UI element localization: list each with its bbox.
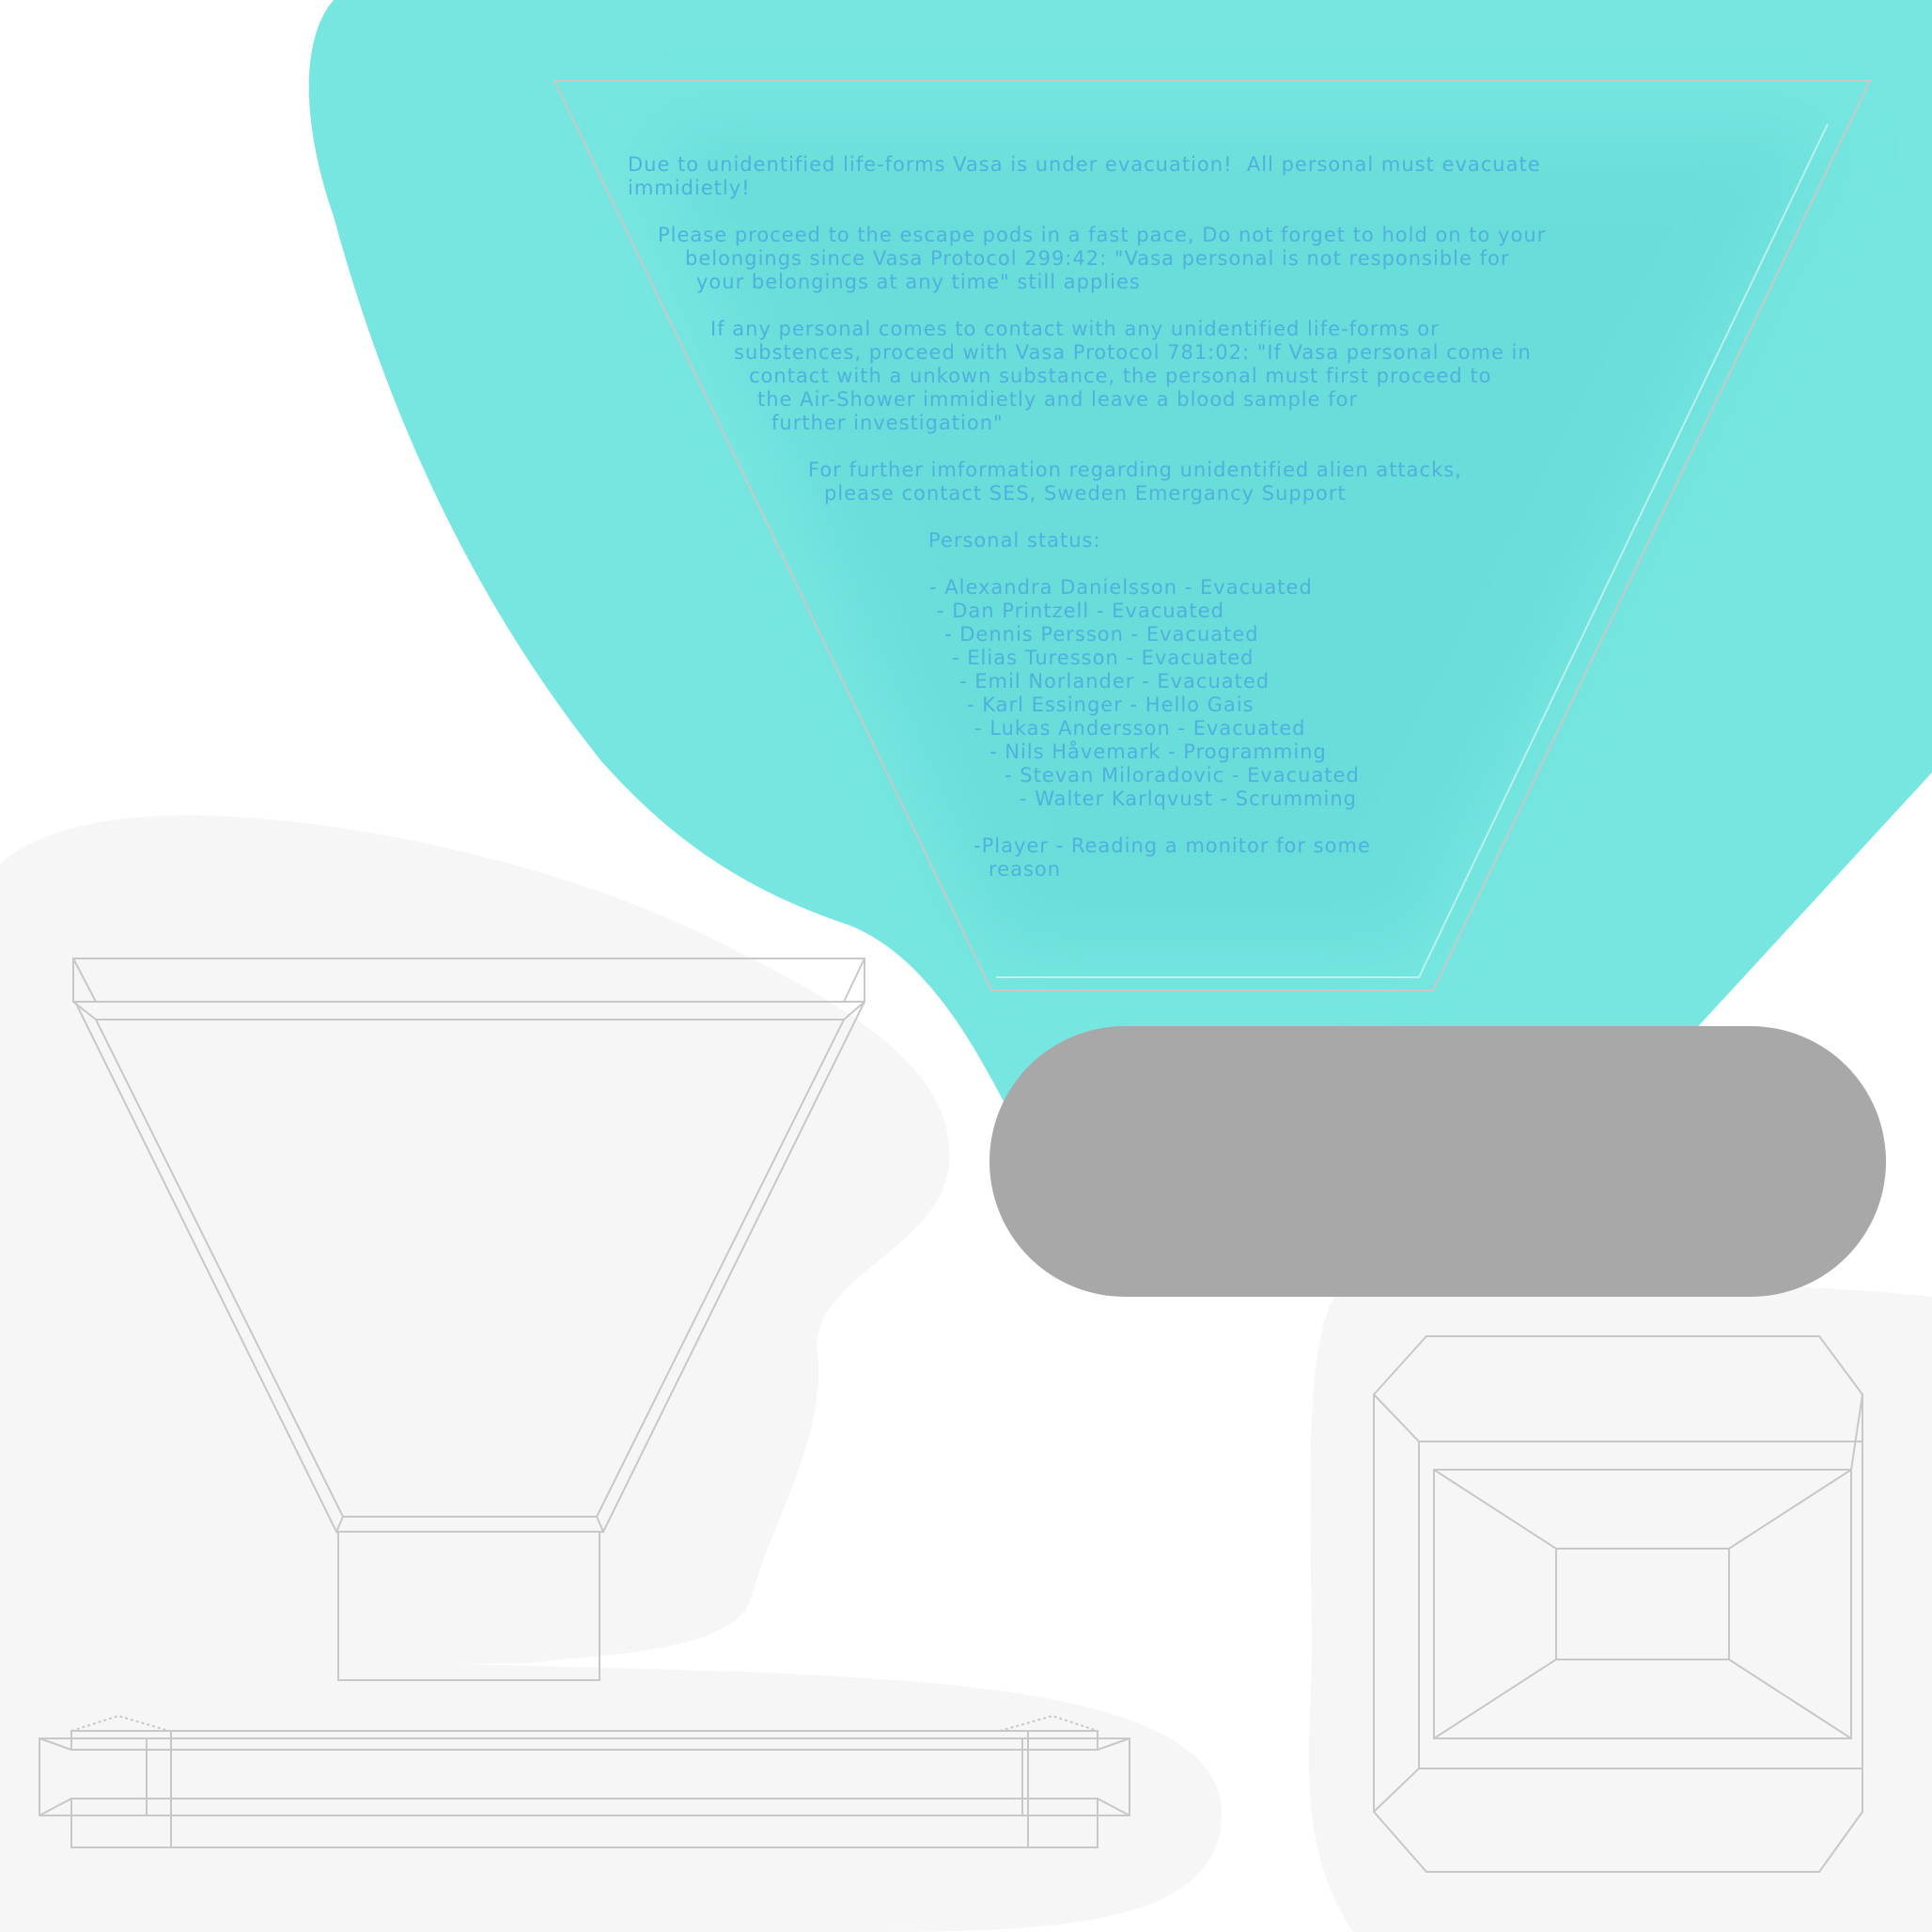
- grey-pill-panel: [989, 1026, 1886, 1297]
- uv-texture-canvas: [0, 0, 1932, 1932]
- shadow-right-box: [1308, 1283, 1932, 1932]
- shadow-bottom-bar: [0, 1661, 1222, 1932]
- shadow-left-funnel: [0, 815, 950, 1673]
